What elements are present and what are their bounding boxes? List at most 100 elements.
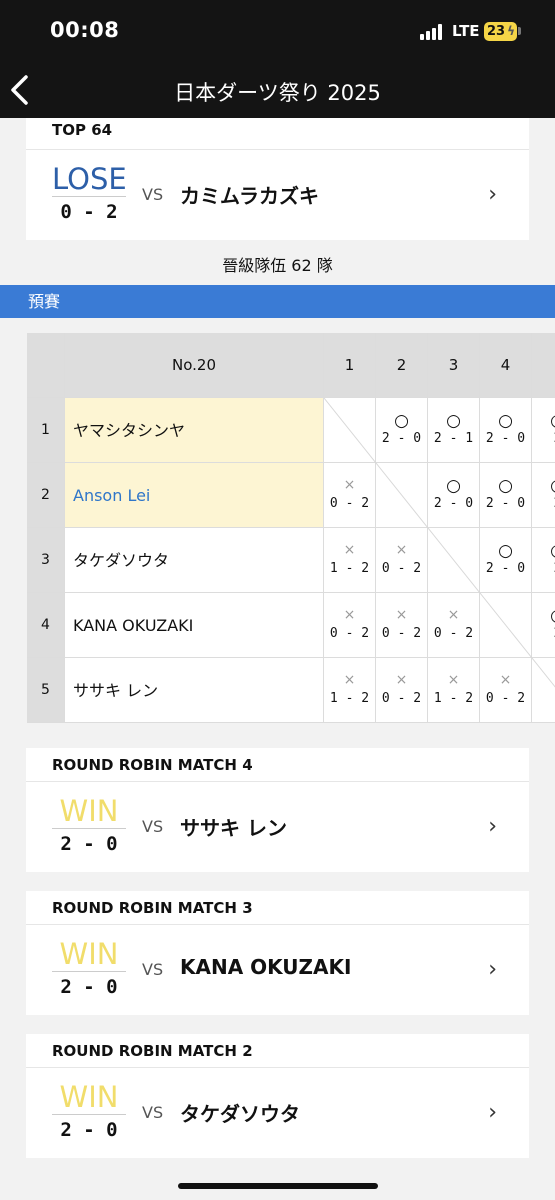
top-bar: 00:08 LTE 23 ϟ 日本ダーツ祭り 2025 bbox=[0, 0, 555, 118]
status-time: 00:08 bbox=[50, 18, 120, 42]
result-cell: ○ 2 - 0 bbox=[428, 463, 480, 528]
result-cell: ○ 2 - 0 bbox=[376, 398, 428, 463]
table-corner bbox=[27, 333, 65, 398]
row-number: 5 bbox=[27, 658, 65, 723]
match-score: 2 - 0 bbox=[60, 976, 118, 998]
result-label: LOSE bbox=[52, 162, 127, 197]
result-cell: ○2 bbox=[532, 398, 555, 463]
result-cell: × 1 - 2 bbox=[324, 658, 376, 723]
match-row[interactable]: LOSE 0 - 2 VS カミムラカズキ › bbox=[26, 150, 529, 240]
signal-icon bbox=[420, 24, 442, 40]
match-score: 0 - 2 bbox=[60, 201, 118, 223]
network-label: LTE bbox=[452, 22, 480, 40]
diagonal-line bbox=[428, 528, 480, 593]
self-match-cell bbox=[324, 398, 376, 463]
column-header bbox=[532, 333, 555, 398]
match-row[interactable]: WIN 2 - 0 VS ササキ レン › bbox=[26, 782, 529, 872]
win-mark-icon: ○ bbox=[532, 606, 555, 626]
result-label: WIN bbox=[52, 937, 126, 972]
row-number: 1 bbox=[27, 398, 65, 463]
match-result: WIN 2 - 0 bbox=[52, 937, 126, 1002]
page-title: 日本ダーツ祭り 2025 bbox=[174, 81, 381, 105]
player-name: タケダソウタ bbox=[65, 528, 324, 593]
result-cell: × 0 - 2 bbox=[480, 658, 532, 723]
player-name: ササキ レン bbox=[65, 658, 324, 723]
opponent-name: KANA OKUZAKI bbox=[180, 955, 352, 979]
set-score: 0 - 2 bbox=[433, 626, 474, 641]
match-row[interactable]: WIN 2 - 0 VS タケダソウタ › bbox=[26, 1068, 529, 1158]
loss-mark-icon: × bbox=[395, 542, 408, 558]
home-indicator bbox=[178, 1183, 378, 1189]
result-label: WIN bbox=[52, 1080, 126, 1115]
vs-label: VS bbox=[142, 817, 164, 836]
result-cell: ○2 bbox=[532, 593, 555, 658]
set-score: 2 - 0 bbox=[485, 561, 526, 576]
set-score: 0 - 2 bbox=[381, 691, 422, 706]
win-mark-icon: ○ bbox=[446, 411, 461, 431]
result-cell: × 0 - 2 bbox=[324, 463, 376, 528]
match-row[interactable]: WIN 2 - 0 VS KANA OKUZAKI › bbox=[26, 925, 529, 1015]
column-header: 3 bbox=[428, 333, 480, 398]
set-score: 0 - 2 bbox=[329, 626, 370, 641]
match-result: LOSE 0 - 2 bbox=[52, 162, 127, 227]
self-match-cell bbox=[428, 528, 480, 593]
result-cell: ○ 2 - 0 bbox=[480, 463, 532, 528]
section-header: 預賽 bbox=[0, 285, 555, 318]
match-round-label: ROUND ROBIN MATCH 4 bbox=[26, 748, 529, 782]
row-number: 3 bbox=[27, 528, 65, 593]
result-cell: ○ 2 - 0 bbox=[480, 528, 532, 593]
vs-label: VS bbox=[142, 1103, 164, 1122]
loss-mark-icon: × bbox=[343, 607, 356, 623]
match-round-label: ROUND ROBIN MATCH 3 bbox=[26, 891, 529, 925]
result-cell: ○2 bbox=[532, 463, 555, 528]
chevron-right-icon: › bbox=[488, 182, 497, 207]
vs-label: VS bbox=[142, 960, 164, 979]
set-score: 2 - 0 bbox=[381, 431, 422, 446]
win-mark-icon: ○ bbox=[446, 476, 461, 496]
win-mark-icon: ○ bbox=[394, 411, 409, 431]
group-table: No.2012341ヤマシタシンヤ○2 - 0○2 - 1○2 - 0○22An… bbox=[27, 333, 555, 723]
loss-mark-icon: × bbox=[499, 672, 512, 688]
match-round-label: ROUND ROBIN MATCH 2 bbox=[26, 1034, 529, 1068]
top64-match-card: TOP 64 LOSE 0 - 2 VS カミムラカズキ › bbox=[26, 118, 529, 240]
row-number: 4 bbox=[27, 593, 65, 658]
set-score: 1 - 2 bbox=[329, 561, 370, 576]
player-name: ヤマシタシンヤ bbox=[65, 398, 324, 463]
result-cell: × 0 - 2 bbox=[428, 593, 480, 658]
win-mark-icon: ○ bbox=[498, 541, 513, 561]
match-round-label: TOP 64 bbox=[26, 118, 529, 150]
group-name-header: No.20 bbox=[65, 333, 324, 398]
win-mark-icon: ○ bbox=[498, 411, 513, 431]
win-mark-icon: ○ bbox=[532, 541, 555, 561]
chevron-right-icon: › bbox=[488, 1100, 497, 1125]
battery-level: 23 bbox=[487, 24, 506, 39]
set-score: 2 - 0 bbox=[485, 496, 526, 511]
opponent-name: ササキ レン bbox=[180, 816, 287, 840]
loss-mark-icon: × bbox=[343, 477, 356, 493]
opponent-name: タケダソウタ bbox=[180, 1102, 300, 1126]
player-name[interactable]: Anson Lei bbox=[65, 463, 324, 528]
match-result: WIN 2 - 0 bbox=[52, 1080, 126, 1145]
set-score: 2 - 1 bbox=[433, 431, 474, 446]
result-cell: × 1 - 2 bbox=[324, 528, 376, 593]
result-label: WIN bbox=[52, 794, 126, 829]
chevron-right-icon: › bbox=[488, 957, 497, 982]
self-match-cell bbox=[376, 463, 428, 528]
result-cell: × 1 - 2 bbox=[428, 658, 480, 723]
match-result: WIN 2 - 0 bbox=[52, 794, 126, 859]
row-number: 2 bbox=[27, 463, 65, 528]
result-cell: × 0 - 2 bbox=[376, 658, 428, 723]
match-score: 2 - 0 bbox=[60, 1119, 118, 1141]
loss-mark-icon: × bbox=[447, 607, 460, 623]
match-score: 2 - 0 bbox=[60, 833, 118, 855]
chevron-right-icon: › bbox=[488, 814, 497, 839]
set-score: 0 - 2 bbox=[381, 626, 422, 641]
result-cell: × 0 - 2 bbox=[376, 593, 428, 658]
battery-tip bbox=[518, 27, 521, 35]
column-header: 1 bbox=[324, 333, 376, 398]
set-score: 2 bbox=[532, 626, 555, 641]
vs-label: VS bbox=[142, 185, 164, 204]
diagonal-line bbox=[376, 463, 428, 528]
opponent-name: カミムラカズキ bbox=[180, 184, 319, 208]
diagonal-line bbox=[532, 658, 555, 688]
